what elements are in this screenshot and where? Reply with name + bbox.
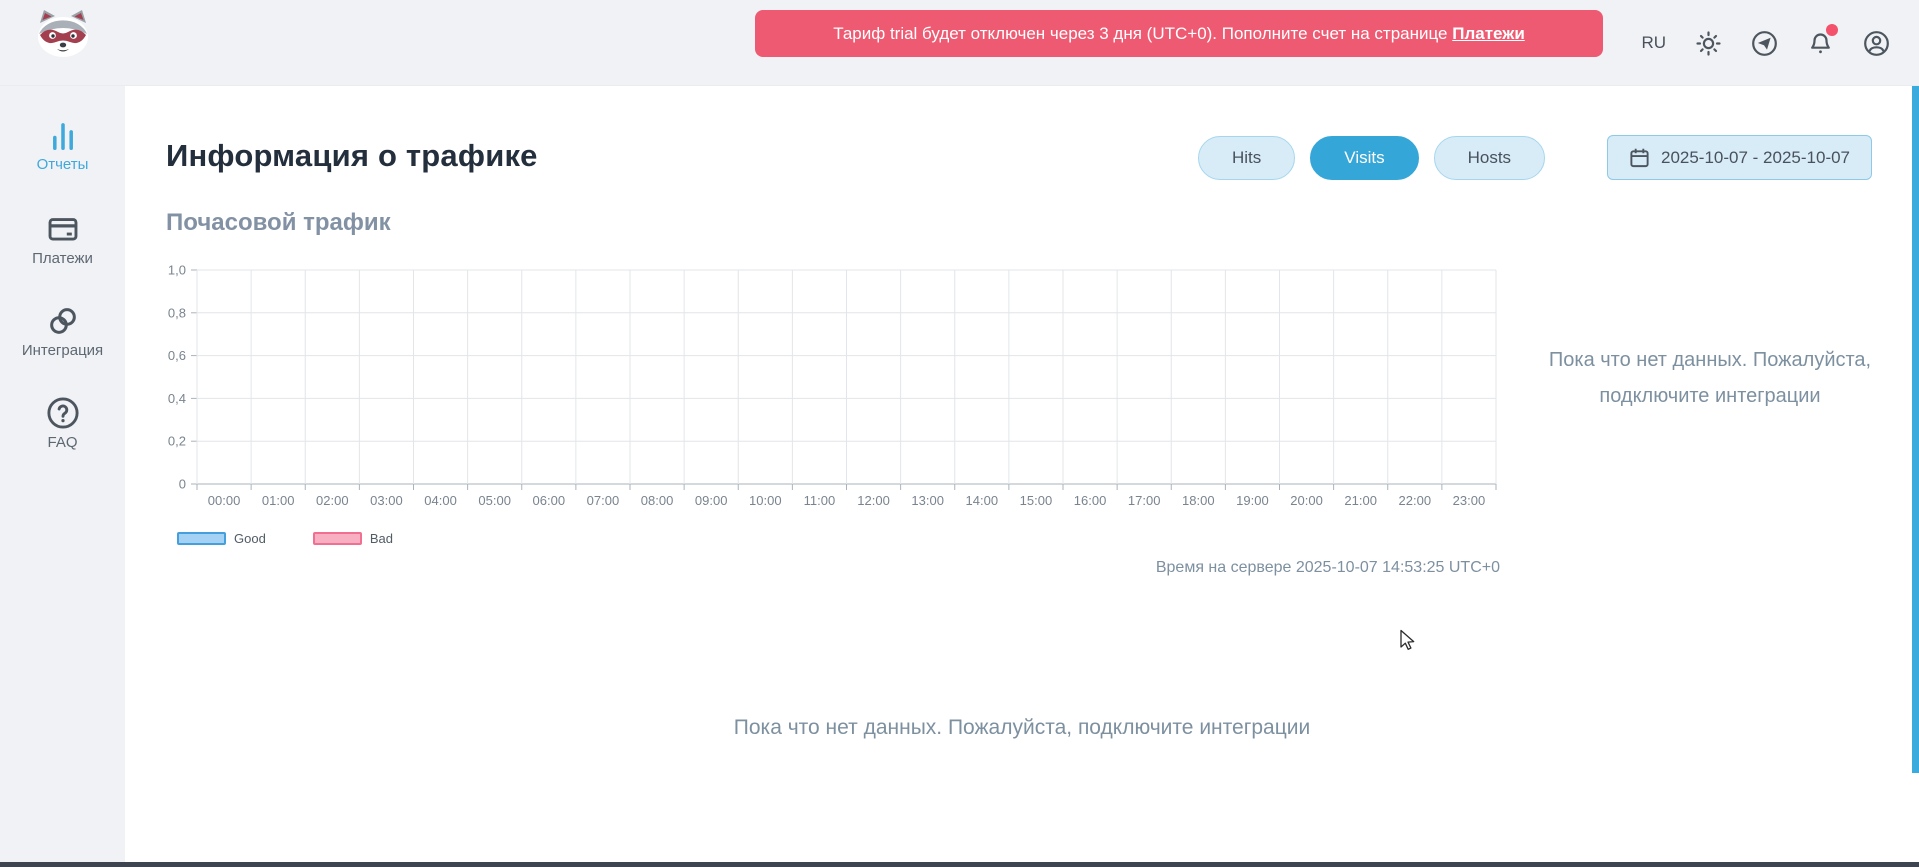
svg-text:02:00: 02:00 <box>316 493 349 508</box>
topbar-actions: RU <box>1641 0 1890 86</box>
svg-text:08:00: 08:00 <box>641 493 674 508</box>
page-title: Информация о трафике <box>166 138 538 174</box>
theme-sun-icon[interactable] <box>1695 30 1722 57</box>
tab-visits[interactable]: Visits <box>1310 136 1418 180</box>
svg-text:0,8: 0,8 <box>168 305 186 320</box>
svg-text:0,4: 0,4 <box>168 391 186 406</box>
calendar-icon <box>1629 147 1650 169</box>
svg-text:0: 0 <box>179 477 186 492</box>
svg-text:17:00: 17:00 <box>1128 493 1161 508</box>
sidebar-item-label: Интеграция <box>22 342 103 359</box>
profile-icon[interactable] <box>1863 30 1890 57</box>
server-time: Время на сервере 2025-10-07 14:53:25 UTC… <box>1156 559 1500 577</box>
svg-text:06:00: 06:00 <box>533 493 566 508</box>
bar-chart-icon <box>46 118 80 152</box>
notification-badge <box>1826 24 1838 36</box>
svg-text:1,0: 1,0 <box>168 263 186 278</box>
svg-text:21:00: 21:00 <box>1344 493 1377 508</box>
top-bar: Тариф trial будет отключен через 3 дня (… <box>0 0 1919 86</box>
traffic-metric-tabs: Hits Visits Hosts <box>1198 136 1545 180</box>
hourly-traffic-chart: 0 0,2 0,4 0,6 0,8 1,0 00:00 01:00 02:00 03:00 04:0… <box>150 258 1510 528</box>
tab-hits[interactable]: Hits <box>1198 136 1295 180</box>
sidebar-item-label: FAQ <box>47 434 77 451</box>
bottom-edge-bar <box>0 862 1919 867</box>
link-icon <box>46 304 80 338</box>
svg-text:20:00: 20:00 <box>1290 493 1323 508</box>
chart-section-title: Почасовой трафик <box>166 209 391 237</box>
legend-swatch-bad <box>313 532 362 545</box>
svg-text:00:00: 00:00 <box>208 493 241 508</box>
svg-text:16:00: 16:00 <box>1074 493 1107 508</box>
no-data-message-bottom: Пока что нет данных. Пожалуйста, подключ… <box>125 716 1919 740</box>
svg-text:23:00: 23:00 <box>1453 493 1486 508</box>
sidebar-item-reports[interactable]: Отчеты <box>0 118 125 173</box>
vertical-scrollbar-thumb[interactable] <box>1912 86 1919 773</box>
credit-card-icon <box>46 212 80 246</box>
date-range-picker[interactable]: 2025-10-07 - 2025-10-07 <box>1607 135 1872 180</box>
mouse-cursor <box>1396 628 1420 652</box>
legend-swatch-good <box>177 532 226 545</box>
banner-text: Тариф trial будет отключен через 3 дня (… <box>833 24 1452 44</box>
svg-text:14:00: 14:00 <box>966 493 999 508</box>
svg-text:0,2: 0,2 <box>168 434 186 449</box>
legend-label-good: Good <box>234 531 266 546</box>
svg-text:05:00: 05:00 <box>478 493 511 508</box>
svg-text:09:00: 09:00 <box>695 493 728 508</box>
svg-text:22:00: 22:00 <box>1399 493 1432 508</box>
telegram-icon[interactable] <box>1751 30 1778 57</box>
no-data-message-side: Пока что нет данных. Пожалуйста, подключ… <box>1545 342 1875 414</box>
notifications-bell-icon[interactable] <box>1807 30 1834 57</box>
svg-text:19:00: 19:00 <box>1236 493 1269 508</box>
svg-text:01:00: 01:00 <box>262 493 295 508</box>
legend-label-bad: Bad <box>370 531 393 546</box>
svg-text:04:00: 04:00 <box>424 493 457 508</box>
sidebar: Отчеты Платежи Интеграция FAQ <box>0 86 125 867</box>
chart-legend: Good Bad <box>177 531 393 546</box>
sidebar-item-integration[interactable]: Интеграция <box>0 304 125 359</box>
date-range-value: 2025-10-07 - 2025-10-07 <box>1661 148 1850 168</box>
svg-text:0,6: 0,6 <box>168 348 186 363</box>
trial-warning-banner: Тариф trial будет отключен через 3 дня (… <box>755 10 1603 57</box>
tab-hosts[interactable]: Hosts <box>1434 136 1545 180</box>
svg-text:07:00: 07:00 <box>587 493 620 508</box>
svg-text:13:00: 13:00 <box>911 493 944 508</box>
svg-text:15:00: 15:00 <box>1020 493 1053 508</box>
language-switcher[interactable]: RU <box>1641 33 1666 53</box>
svg-text:10:00: 10:00 <box>749 493 782 508</box>
payments-link[interactable]: Платежи <box>1452 24 1525 44</box>
svg-text:12:00: 12:00 <box>857 493 890 508</box>
raccoon-logo-icon[interactable] <box>28 7 98 59</box>
svg-text:11:00: 11:00 <box>804 493 836 508</box>
sidebar-item-payments[interactable]: Платежи <box>0 212 125 267</box>
svg-text:03:00: 03:00 <box>370 493 403 508</box>
question-circle-icon <box>46 396 80 430</box>
sidebar-item-label: Отчеты <box>37 156 89 173</box>
sidebar-item-faq[interactable]: FAQ <box>0 396 125 451</box>
sidebar-item-label: Платежи <box>32 250 93 267</box>
svg-text:18:00: 18:00 <box>1182 493 1215 508</box>
